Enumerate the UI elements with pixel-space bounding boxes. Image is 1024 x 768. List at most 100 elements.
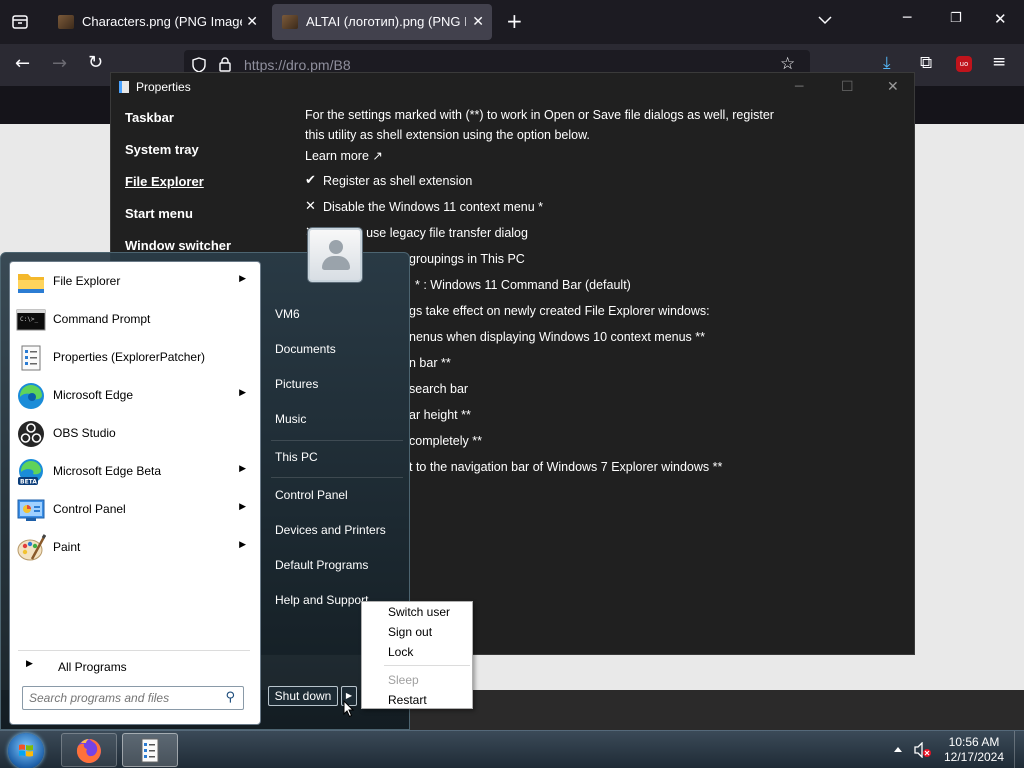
learn-more-link[interactable]: Learn more ↗ bbox=[305, 148, 383, 163]
minimize-icon[interactable]: ─ bbox=[903, 10, 911, 26]
option-label[interactable]: t to the navigation bar of Windows 7 Exp… bbox=[409, 460, 722, 474]
browser-tab[interactable]: Characters.png (PNG Image, 10 ✕ bbox=[48, 4, 266, 40]
submenu-arrow-icon: ▶ bbox=[239, 274, 246, 284]
nav-start-menu[interactable]: Start menu bbox=[125, 206, 193, 221]
link-help-support[interactable]: Help and Support bbox=[275, 593, 368, 607]
link-pictures[interactable]: Pictures bbox=[275, 377, 318, 391]
show-hidden-icons-icon[interactable] bbox=[893, 745, 903, 753]
program-paint[interactable]: Paint ▶ bbox=[12, 530, 258, 566]
program-obs-studio[interactable]: OBS Studio bbox=[12, 416, 258, 452]
edge-icon bbox=[18, 383, 44, 409]
tab-title: ALTAI (логотип).png (PNG Ima bbox=[306, 14, 466, 29]
menu-item-restart[interactable]: Restart bbox=[388, 693, 427, 707]
taskbar-properties[interactable] bbox=[122, 733, 178, 767]
paint-icon bbox=[17, 534, 46, 561]
link-vm6[interactable]: VM6 bbox=[275, 307, 300, 321]
firefox-icon bbox=[76, 739, 101, 763]
nav-taskbar[interactable]: Taskbar bbox=[125, 110, 174, 125]
link-devices-printers[interactable]: Devices and Printers bbox=[275, 523, 386, 537]
extensions-icon[interactable]: ⧉ bbox=[920, 53, 932, 73]
properties-app-icon bbox=[119, 81, 129, 93]
search-input[interactable] bbox=[29, 690, 209, 706]
link-documents[interactable]: Documents bbox=[275, 342, 336, 356]
list-all-tabs-icon[interactable] bbox=[818, 15, 832, 25]
user-avatar[interactable] bbox=[308, 228, 362, 282]
search-icon[interactable]: ⚲ bbox=[225, 690, 235, 705]
reload-icon[interactable]: ↻ bbox=[88, 52, 103, 73]
menu-item-switch-user[interactable]: Switch user bbox=[388, 605, 450, 619]
checkmark-icon[interactable]: ✔ bbox=[305, 173, 316, 188]
program-microsoft-edge-beta[interactable]: BETA Microsoft Edge Beta ▶ bbox=[12, 454, 258, 490]
start-button[interactable] bbox=[8, 733, 44, 768]
back-icon[interactable]: ← bbox=[15, 53, 30, 74]
volume-muted-icon[interactable] bbox=[913, 742, 933, 758]
option-label[interactable]: completely ** bbox=[409, 434, 482, 448]
nav-window-switcher[interactable]: Window switcher bbox=[125, 238, 231, 253]
close-tab-icon[interactable]: ✕ bbox=[472, 13, 484, 30]
shield-icon[interactable] bbox=[192, 57, 206, 73]
menu-item-lock[interactable]: Lock bbox=[388, 645, 413, 659]
browser-tab-active[interactable]: ALTAI (логотип).png (PNG Ima ✕ bbox=[272, 4, 492, 40]
downloads-icon[interactable]: ⤓ bbox=[883, 53, 891, 73]
link-music[interactable]: Music bbox=[275, 412, 306, 426]
shut-down-button[interactable]: Shut down bbox=[268, 686, 338, 706]
program-command-prompt[interactable]: C:\>_ Command Prompt bbox=[12, 302, 258, 338]
system-clock[interactable]: 10:56 AM 12/17/2024 bbox=[942, 735, 1006, 765]
url-text: https://dro.pm/B8 bbox=[244, 57, 351, 73]
window-titlebar[interactable]: Properties ─ ☐ ✕ bbox=[111, 73, 914, 101]
program-control-panel[interactable]: Control Panel ▶ bbox=[12, 492, 258, 528]
tab-list-icon[interactable] bbox=[8, 10, 32, 34]
clock-time: 10:56 AM bbox=[948, 735, 1000, 749]
maximize-icon[interactable]: ☐ bbox=[841, 79, 854, 95]
show-desktop-button[interactable] bbox=[1014, 731, 1024, 768]
obs-icon bbox=[18, 421, 44, 447]
option-label[interactable]: nenus when displaying Windows 10 context… bbox=[409, 330, 705, 344]
close-tab-icon[interactable]: ✕ bbox=[246, 13, 258, 30]
link-default-programs[interactable]: Default Programs bbox=[275, 558, 368, 572]
close-window-icon[interactable]: ✕ bbox=[994, 10, 1007, 28]
option-label[interactable]: Disable the Windows 11 context menu * bbox=[323, 200, 543, 214]
option-label[interactable]: Register as shell extension bbox=[323, 174, 472, 188]
program-label: Control Panel bbox=[53, 502, 126, 516]
intro-text: For the settings marked with (**) to wor… bbox=[305, 108, 774, 122]
menu-item-sign-out[interactable]: Sign out bbox=[388, 625, 432, 639]
nav-system-tray[interactable]: System tray bbox=[125, 142, 199, 157]
menu-divider bbox=[384, 665, 470, 666]
link-this-pc[interactable]: This PC bbox=[275, 450, 318, 464]
cross-icon[interactable]: ✕ bbox=[305, 199, 316, 214]
control-panel-icon bbox=[17, 499, 45, 521]
option-label[interactable]: n bar ** bbox=[409, 356, 451, 370]
image-favicon-icon bbox=[282, 15, 298, 29]
restore-icon[interactable]: ❐ bbox=[950, 11, 962, 26]
taskbar-firefox[interactable] bbox=[61, 733, 117, 767]
lock-icon[interactable] bbox=[219, 57, 231, 72]
program-label: Microsoft Edge bbox=[53, 388, 134, 402]
option-label[interactable]: groupings in This PC bbox=[409, 252, 525, 266]
minimize-icon[interactable]: ─ bbox=[795, 79, 803, 95]
start-menu-programs-pane: File Explorer ▶ C:\>_ Command Prompt Pro… bbox=[9, 261, 261, 725]
program-file-explorer[interactable]: File Explorer ▶ bbox=[12, 264, 258, 300]
new-tab-icon[interactable]: + bbox=[506, 9, 523, 33]
program-microsoft-edge[interactable]: Microsoft Edge ▶ bbox=[12, 378, 258, 414]
program-properties[interactable]: Properties (ExplorerPatcher) bbox=[12, 340, 258, 376]
start-search-box[interactable]: ⚲ bbox=[22, 686, 244, 710]
divider bbox=[271, 477, 403, 478]
option-label[interactable]: ar height ** bbox=[409, 408, 471, 422]
option-label[interactable]: search bar bbox=[409, 382, 468, 396]
all-programs-button[interactable]: ▶ All Programs bbox=[18, 650, 250, 674]
svg-text:BETA: BETA bbox=[20, 479, 37, 486]
option-label: gs take effect on newly created File Exp… bbox=[409, 304, 710, 318]
bookmark-star-icon[interactable]: ☆ bbox=[780, 54, 795, 74]
menu-icon[interactable]: ≡ bbox=[992, 52, 1006, 72]
power-options-menu: Switch user Sign out Lock Sleep Restart bbox=[361, 601, 473, 709]
tab-title: Characters.png (PNG Image, 10 bbox=[82, 14, 242, 29]
option-label[interactable]: * : Windows 11 Command Bar (default) bbox=[415, 278, 631, 292]
taskbar: 10:56 AM 12/17/2024 bbox=[0, 730, 1024, 768]
close-window-icon[interactable]: ✕ bbox=[887, 79, 899, 95]
forward-icon[interactable]: → bbox=[52, 53, 67, 74]
command-prompt-icon: C:\>_ bbox=[16, 309, 46, 331]
link-control-panel[interactable]: Control Panel bbox=[275, 488, 348, 502]
program-label: Properties (ExplorerPatcher) bbox=[53, 350, 206, 364]
ublock-icon[interactable]: uo bbox=[956, 56, 972, 72]
nav-file-explorer[interactable]: File Explorer bbox=[125, 174, 204, 189]
